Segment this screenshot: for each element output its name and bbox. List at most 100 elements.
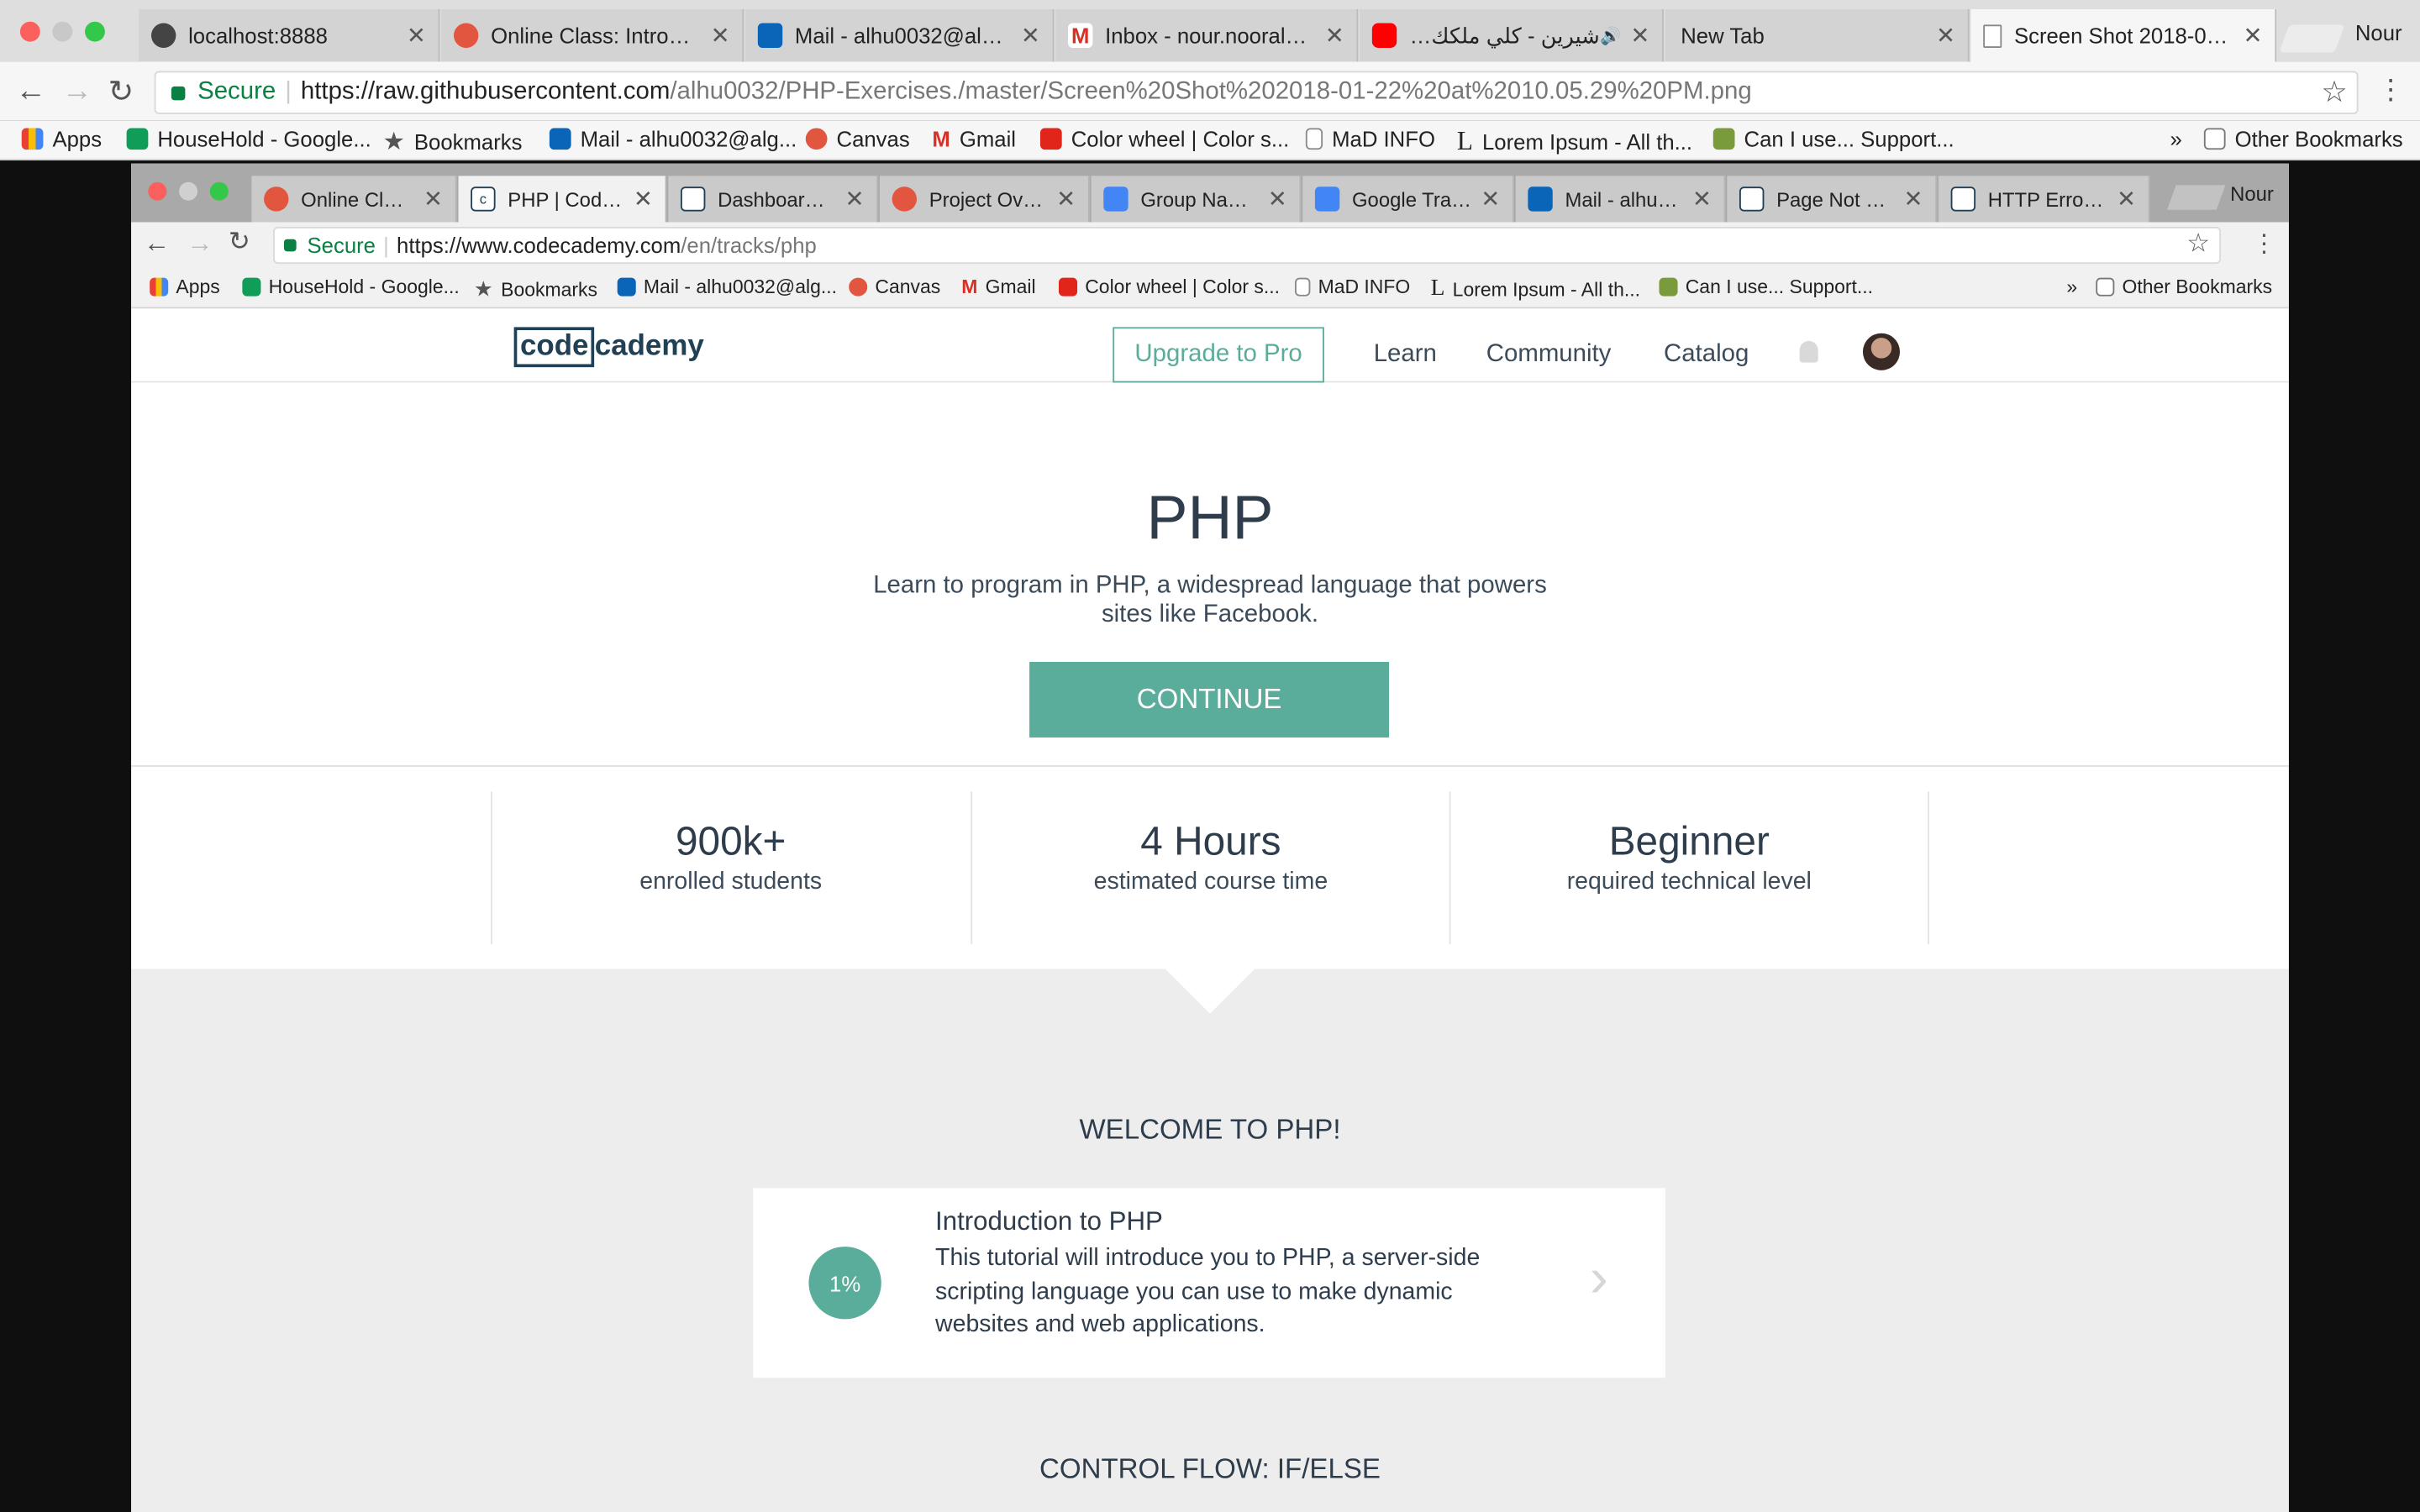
outer-tab[interactable]: Online Class: Introducti ✕: [441, 9, 744, 62]
other-bookmarks[interactable]: Other Bookmarks: [2096, 276, 2272, 297]
bookmark-apps[interactable]: Apps: [21, 127, 102, 151]
bookmarks-overflow-icon[interactable]: »: [2066, 276, 2077, 298]
bookmark-item[interactable]: ★ Bookmarks: [383, 127, 523, 158]
bookmarks-overflow-icon[interactable]: »: [2170, 127, 2181, 151]
bookmark-item[interactable]: L Lorem Ipsum - All th...: [1457, 127, 1692, 158]
close-tab-icon[interactable]: ✕: [634, 185, 653, 213]
nav-learn[interactable]: Learn: [1374, 341, 1437, 369]
back-icon[interactable]: ←: [15, 74, 46, 109]
bookmark-item[interactable]: M Gmail: [932, 127, 1016, 151]
bookmark-item[interactable]: HouseHold - Google...: [242, 276, 460, 297]
stat-label: required technical level: [1566, 869, 1812, 895]
bookmark-item[interactable]: Can I use... Support...: [1659, 276, 1873, 297]
close-tab-icon[interactable]: ✕: [1325, 22, 1344, 50]
upgrade-to-pro-button[interactable]: Upgrade to Pro: [1113, 327, 1324, 383]
outlook-icon: [617, 277, 636, 297]
star-icon[interactable]: ☆: [2321, 76, 2347, 111]
bookmark-label: Lorem Ipsum - All th...: [1481, 129, 1693, 155]
inner-tab[interactable]: HTTP Errors: 40 ✕: [1938, 176, 2150, 223]
inner-tab[interactable]: Dashboard | Co ✕: [668, 176, 879, 223]
bookmark-item[interactable]: MaD INFO: [1305, 127, 1435, 151]
bookmark-item[interactable]: L Lorem Ipsum - All th...: [1431, 276, 1640, 302]
close-tab-icon[interactable]: ✕: [1903, 185, 1923, 213]
continue-button[interactable]: CONTINUE: [1029, 661, 1390, 738]
close-tab-icon[interactable]: ✕: [844, 185, 864, 213]
audio-playing-icon[interactable]: 🔊: [1600, 25, 1621, 45]
progress-badge: 1%: [808, 1247, 881, 1320]
close-window-icon[interactable]: [148, 181, 167, 201]
star-icon[interactable]: ☆: [2186, 228, 2210, 260]
close-tab-icon[interactable]: ✕: [2244, 22, 2263, 50]
inner-tab-active[interactable]: c PHP | Codecad ✕: [458, 176, 667, 223]
outer-tab[interactable]: شيرين - كلي ملكك (كلي🔊 ✕: [1360, 9, 1665, 62]
lesson-card[interactable]: 1% Introduction to PHP This tutorial wil…: [753, 1188, 1665, 1378]
reload-icon[interactable]: ↻: [229, 227, 250, 258]
close-tab-icon[interactable]: ✕: [1021, 22, 1040, 50]
close-tab-icon[interactable]: ✕: [1936, 22, 1955, 50]
back-icon[interactable]: ←: [144, 228, 170, 260]
forward-icon[interactable]: →: [187, 228, 213, 260]
bookmark-item[interactable]: Canvas: [805, 127, 910, 151]
user-avatar[interactable]: [1862, 333, 1901, 370]
nav-community[interactable]: Community: [1486, 341, 1612, 369]
outer-bookmarks-bar: Apps HouseHold - Google... ★ Bookmarks Ma…: [0, 120, 2420, 161]
site-header: code cademy Upgrade to Pro Learn Communit…: [131, 308, 2289, 383]
menu-dots-icon[interactable]: ⋮: [2252, 228, 2276, 260]
inner-tab[interactable]: Page Not Found ✕: [1727, 176, 1938, 223]
bookmark-item[interactable]: HouseHold - Google...: [126, 127, 371, 151]
outer-tab-active[interactable]: Screen Shot 2018-01-2 ✕: [1970, 9, 2277, 62]
notification-bell-icon[interactable]: [1799, 340, 1818, 363]
outer-tab[interactable]: localhost:8888 ✕: [139, 9, 440, 62]
url-host: https://raw.githubusercontent.com: [300, 78, 671, 105]
inner-tab[interactable]: Google Translat ✕: [1302, 176, 1514, 223]
menu-dots-icon[interactable]: ⋮: [2377, 74, 2405, 107]
inner-tab[interactable]: Mail - alhu0032 ✕: [1515, 176, 1726, 223]
outer-tab[interactable]: M Inbox - nour.nooralah@ ✕: [1055, 9, 1359, 62]
close-tab-icon[interactable]: ✕: [2117, 185, 2136, 213]
close-tab-icon[interactable]: ✕: [1268, 185, 1287, 213]
close-tab-icon[interactable]: ✕: [711, 22, 730, 50]
bookmark-item[interactable]: ★ Bookmarks: [474, 276, 597, 302]
close-tab-icon[interactable]: ✕: [1056, 185, 1076, 213]
chevron-right-icon[interactable]: ›: [1590, 1249, 1608, 1305]
new-tab-button[interactable]: [2166, 185, 2226, 210]
bookmark-item[interactable]: Can I use... Support...: [1712, 127, 1954, 151]
bookmark-item[interactable]: M Gmail: [961, 276, 1035, 298]
maximize-window-icon[interactable]: [85, 21, 105, 42]
profile-name[interactable]: Nour: [2355, 20, 2402, 45]
inner-address-bar[interactable]: Secure | https://www.codecademy.com/en/t…: [273, 227, 2222, 265]
bookmark-item[interactable]: Mail - alhu0032@alg...: [549, 127, 797, 151]
minimize-window-icon[interactable]: [52, 21, 73, 42]
maximize-window-icon[interactable]: [209, 181, 229, 201]
close-tab-icon[interactable]: ✕: [1692, 185, 1712, 213]
inner-tab[interactable]: Online Class: In ✕: [251, 176, 457, 223]
inner-tab[interactable]: Project Overvie ✕: [879, 176, 1090, 223]
profile-name[interactable]: Nour: [2230, 182, 2274, 206]
forward-icon[interactable]: →: [61, 74, 92, 109]
bookmark-label: Color wheel | Color s...: [1085, 276, 1281, 298]
outer-tab[interactable]: New Tab ✕: [1665, 9, 1970, 62]
close-window-icon[interactable]: [19, 21, 40, 42]
gmail-icon: M: [1068, 23, 1093, 48]
bookmark-item[interactable]: Mail - alhu0032@alg...: [617, 276, 837, 297]
inner-tab[interactable]: Group Name: (✕: [1091, 176, 1302, 223]
bookmark-apps[interactable]: Apps: [150, 276, 220, 297]
bookmark-item[interactable]: Canvas: [849, 276, 940, 297]
lock-icon: [283, 239, 297, 252]
codecademy-logo[interactable]: code cademy: [513, 327, 704, 368]
nav-catalog[interactable]: Catalog: [1664, 341, 1749, 369]
close-tab-icon[interactable]: ✕: [407, 22, 426, 50]
tab-title: localhost:8888: [188, 23, 328, 48]
close-tab-icon[interactable]: ✕: [424, 185, 443, 213]
close-tab-icon[interactable]: ✕: [1481, 185, 1500, 213]
other-bookmarks[interactable]: Other Bookmarks: [2203, 127, 2403, 151]
bookmark-item[interactable]: MaD INFO: [1295, 276, 1410, 297]
outer-tab[interactable]: Mail - alhu0032@algon ✕: [745, 9, 1055, 62]
new-tab-button[interactable]: [2279, 24, 2345, 53]
close-tab-icon[interactable]: ✕: [1630, 22, 1649, 50]
reload-icon[interactable]: ↻: [108, 72, 134, 111]
outer-address-bar[interactable]: Secure | https://raw.githubusercontent.c…: [154, 71, 2359, 114]
minimize-window-icon[interactable]: [179, 181, 198, 201]
bookmark-item[interactable]: Color wheel | Color s...: [1059, 276, 1281, 298]
bookmark-item[interactable]: Color wheel | Color s...: [1039, 127, 1289, 151]
